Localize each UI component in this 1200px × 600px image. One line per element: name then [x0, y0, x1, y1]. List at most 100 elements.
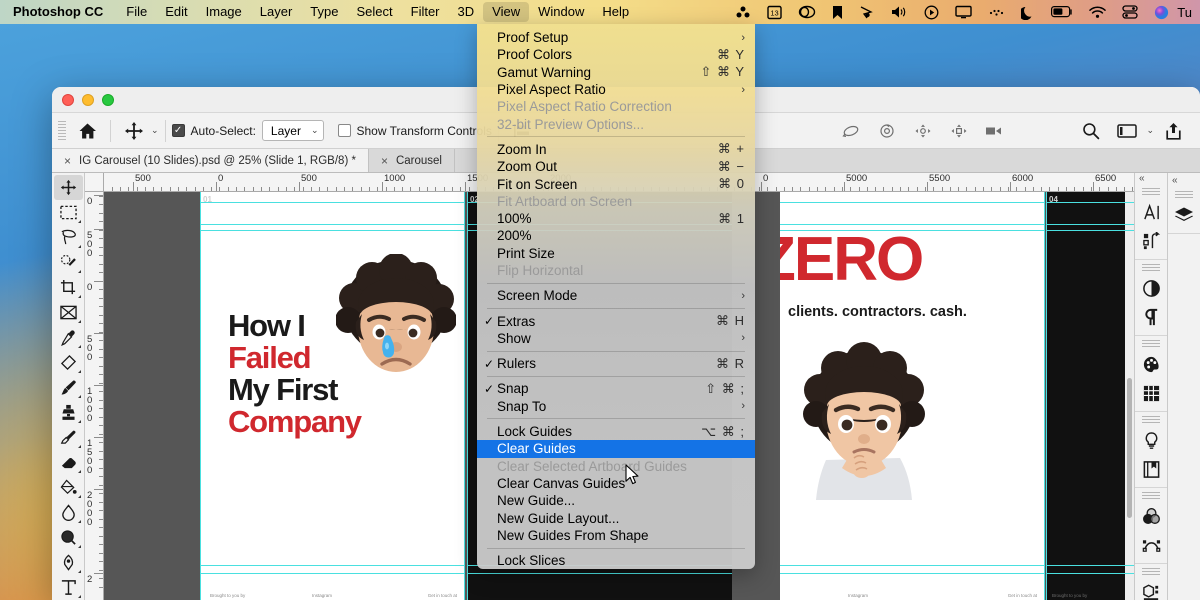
menu-item-zoom-in[interactable]: Zoom In ⌘ +	[477, 141, 755, 158]
3d-camera-icon[interactable]	[978, 117, 1012, 145]
workspace-icon[interactable]	[1110, 117, 1144, 145]
todoist-icon[interactable]	[851, 0, 883, 24]
3d-pan-icon[interactable]	[906, 117, 940, 145]
play-circle-icon[interactable]	[916, 0, 947, 24]
menu-item-pixel-aspect-ratio[interactable]: Pixel Aspect Ratio ›	[477, 81, 755, 98]
bookmark-icon[interactable]	[824, 0, 851, 24]
menu-item-proof-colors[interactable]: Proof Colors ⌘ Y	[477, 46, 755, 63]
move-tool-options-caret-icon[interactable]: ⌄	[151, 125, 159, 136]
menu-item-snap-to[interactable]: Snap To ›	[477, 398, 755, 415]
menu-item-new-guides-from-shape[interactable]: New Guides From Shape	[477, 527, 755, 544]
3d-rotate-icon[interactable]	[834, 117, 868, 145]
menubar-item-3d[interactable]: 3D	[449, 2, 484, 22]
frame-tool[interactable]	[54, 300, 83, 325]
artboard-03[interactable]: ZERO clients. contractors. cash.	[780, 192, 1045, 600]
search-icon[interactable]	[1074, 117, 1108, 145]
learn-panel-icon[interactable]	[1137, 426, 1166, 455]
pen-tool[interactable]	[54, 550, 83, 575]
brush-tool[interactable]	[54, 375, 83, 400]
menubar-item-type[interactable]: Type	[301, 2, 347, 22]
minimize-window-button[interactable]	[82, 93, 94, 106]
panel-grip[interactable]	[1175, 191, 1193, 199]
history-brush-tool[interactable]	[54, 425, 83, 450]
dots-icon[interactable]	[980, 0, 1013, 24]
adjustments-panel-icon[interactable]	[1137, 274, 1166, 303]
rectangular-marquee-tool[interactable]	[54, 200, 83, 225]
control-center-icon[interactable]	[1114, 0, 1146, 24]
menu-item-new-guide[interactable]: New Guide...	[477, 492, 755, 509]
menu-item-rulers[interactable]: ✓ Rulers ⌘ R	[477, 355, 755, 372]
color-panel-icon[interactable]	[1137, 350, 1166, 379]
menu-item-lock-slices[interactable]: Lock Slices	[477, 552, 755, 569]
ruler-corner[interactable]	[85, 173, 104, 192]
paragraph-panel-icon[interactable]	[1137, 303, 1166, 332]
panel-grip[interactable]	[1142, 264, 1160, 272]
panel-grip[interactable]	[1142, 492, 1160, 500]
panel-grip[interactable]	[1142, 416, 1160, 424]
lasso-tool[interactable]	[54, 225, 83, 250]
move-tool-icon[interactable]	[117, 117, 151, 145]
menubar-item-help[interactable]: Help	[593, 2, 638, 22]
share-icon[interactable]	[1156, 117, 1190, 145]
menu-item-screen-mode[interactable]: Screen Mode ›	[477, 287, 755, 304]
menubar-item-edit[interactable]: Edit	[156, 2, 196, 22]
character-panel-icon[interactable]	[1137, 198, 1166, 227]
auto-select-checkbox[interactable]	[171, 124, 185, 137]
options-bar-grip[interactable]	[58, 120, 66, 141]
close-icon[interactable]: ×	[381, 154, 388, 168]
maximize-window-button[interactable]	[102, 93, 114, 106]
panel-column-two-collapse[interactable]: «	[1168, 173, 1200, 187]
menu-item-snap[interactable]: ✓ Snap ⇧ ⌘ ;	[477, 380, 755, 397]
panel-grip[interactable]	[1142, 568, 1160, 576]
calendar-13-icon[interactable]: 13	[759, 0, 790, 24]
panel-column-one-collapse[interactable]: «	[1135, 173, 1167, 184]
adobe-creative-cloud-dots-icon[interactable]	[727, 0, 759, 24]
menu-item-extras[interactable]: ✓ Extras ⌘ H	[477, 312, 755, 329]
artboard-01[interactable]: 01 How I Failed My First Company Brought…	[200, 192, 465, 600]
canvas-vertical-scrollbar[interactable]	[1125, 192, 1134, 600]
home-icon[interactable]	[70, 117, 104, 145]
close-icon[interactable]: ×	[64, 154, 71, 168]
libraries-panel-icon[interactable]	[1137, 455, 1166, 484]
dodge-tool[interactable]	[54, 525, 83, 550]
3d-roll-icon[interactable]	[870, 117, 904, 145]
layers-panel-icon[interactable]	[1170, 201, 1199, 230]
eyedropper-tool[interactable]	[54, 325, 83, 350]
gradient-tool[interactable]	[54, 475, 83, 500]
glyphs-panel-icon[interactable]	[1137, 227, 1166, 256]
menubar-item-window[interactable]: Window	[529, 2, 593, 22]
menubar-item-select[interactable]: Select	[347, 2, 401, 22]
menu-item-gamut-warning[interactable]: Gamut Warning ⇧ ⌘ Y	[477, 64, 755, 81]
crop-tool[interactable]	[54, 275, 83, 300]
artboard-04[interactable]: 04 H Bec to ma I ne Brought to you by	[1046, 192, 1134, 600]
menu-item-print-size[interactable]: Print Size	[477, 245, 755, 262]
eraser-tool[interactable]	[54, 450, 83, 475]
auto-select-dropdown[interactable]: Layer ⌄	[261, 120, 324, 141]
menu-item-200[interactable]: 200%	[477, 227, 755, 244]
view-menu-dropdown[interactable]: Proof Setup › Proof Colors ⌘ Y Gamut Warning…	[477, 24, 755, 570]
workspace-chevron-down-icon[interactable]: ⌄	[1146, 125, 1154, 136]
volume-icon[interactable]	[883, 0, 916, 24]
paths-panel-icon[interactable]	[1137, 531, 1166, 560]
quick-selection-tool[interactable]	[54, 250, 83, 275]
type-tool[interactable]	[54, 575, 83, 600]
menubar-app-name[interactable]: Photoshop CC	[0, 2, 117, 22]
scrollbar-thumb[interactable]	[1127, 378, 1132, 518]
display-icon[interactable]	[947, 0, 980, 24]
menu-item-new-guide-layout[interactable]: New Guide Layout...	[477, 509, 755, 526]
menubar-item-file[interactable]: File	[117, 2, 156, 22]
menubar-item-view[interactable]: View	[483, 2, 530, 22]
menubar-item-filter[interactable]: Filter	[402, 2, 449, 22]
blur-tool[interactable]	[54, 500, 83, 525]
3d-slide-icon[interactable]	[942, 117, 976, 145]
menu-item-proof-setup[interactable]: Proof Setup ›	[477, 29, 755, 46]
channels-panel-icon[interactable]	[1137, 502, 1166, 531]
menu-item-clear-canvas-guides[interactable]: Clear Canvas Guides	[477, 475, 755, 492]
menu-item-100[interactable]: 100% ⌘ 1	[477, 210, 755, 227]
swatches-panel-icon[interactable]	[1137, 379, 1166, 408]
wifi-icon[interactable]	[1081, 0, 1114, 24]
document-tab-1[interactable]: × IG Carousel (10 Slides).psd @ 25% (Sli…	[52, 149, 369, 172]
document-tab-2[interactable]: × Carousel	[368, 149, 455, 172]
panel-grip[interactable]	[1142, 188, 1160, 196]
moon-icon[interactable]	[1013, 0, 1043, 24]
